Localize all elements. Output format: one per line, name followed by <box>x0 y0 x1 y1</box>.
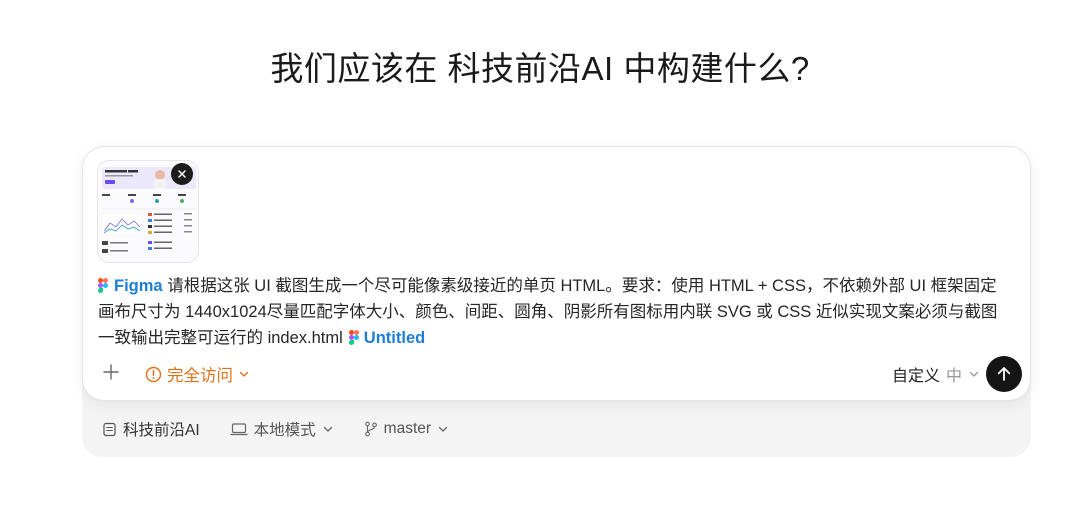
add-button[interactable] <box>101 362 121 387</box>
figma-icon <box>348 330 359 345</box>
model-effort-dropdown[interactable]: 自定义 中 <box>892 361 980 387</box>
mode-selector[interactable]: 本地模式 <box>230 418 334 440</box>
plus-icon <box>103 364 119 380</box>
context-bar: 科技前沿AI 本地模式 master <box>102 416 479 442</box>
composer-toolbar: 完全访问 自定义 中 <box>97 356 1022 392</box>
send-button[interactable] <box>986 356 1022 392</box>
remove-attachment-button[interactable] <box>171 163 193 185</box>
custom-label: 自定义 <box>891 368 940 385</box>
chevron-down-icon <box>438 426 448 432</box>
prompt-body: 请根据这张 UI 截图生成一个尽可能像素级接近的单页 HTML。要求：使用 HT… <box>98 277 998 347</box>
git-branch-icon <box>364 421 377 437</box>
mode-label: 本地模式 <box>253 422 316 439</box>
chevron-down-icon <box>969 371 979 377</box>
access-mode-dropdown[interactable]: 完全访问 <box>145 361 250 387</box>
access-mode-label: 完全访问 <box>167 367 233 385</box>
document-icon <box>103 422 116 436</box>
arrow-up-icon <box>997 367 1011 381</box>
branch-selector[interactable]: master <box>364 420 449 438</box>
project-selector[interactable]: 科技前沿AI <box>102 418 200 440</box>
prompt-text[interactable]: Figma 请根据这张 UI 截图生成一个尽可能像素级接近的单页 HTML。要求… <box>98 273 1013 351</box>
laptop-icon <box>230 422 248 435</box>
page-title: 我们应该在 科技前沿AI 中构建什么? <box>270 50 810 87</box>
chevron-down-icon <box>239 371 249 377</box>
figma-icon <box>98 278 108 293</box>
warning-circle-icon <box>145 366 162 382</box>
prompt-composer: Figma 请根据这张 UI 截图生成一个尽可能像素级接近的单页 HTML。要求… <box>82 146 1031 401</box>
untitled-tag[interactable]: Untitled <box>364 329 425 347</box>
branch-name: master <box>383 420 432 437</box>
close-icon <box>178 170 186 178</box>
figma-tag[interactable]: Figma <box>114 277 163 295</box>
project-name: 科技前沿AI <box>123 422 200 439</box>
chevron-down-icon <box>323 426 332 432</box>
effort-value: 中 <box>945 368 962 385</box>
